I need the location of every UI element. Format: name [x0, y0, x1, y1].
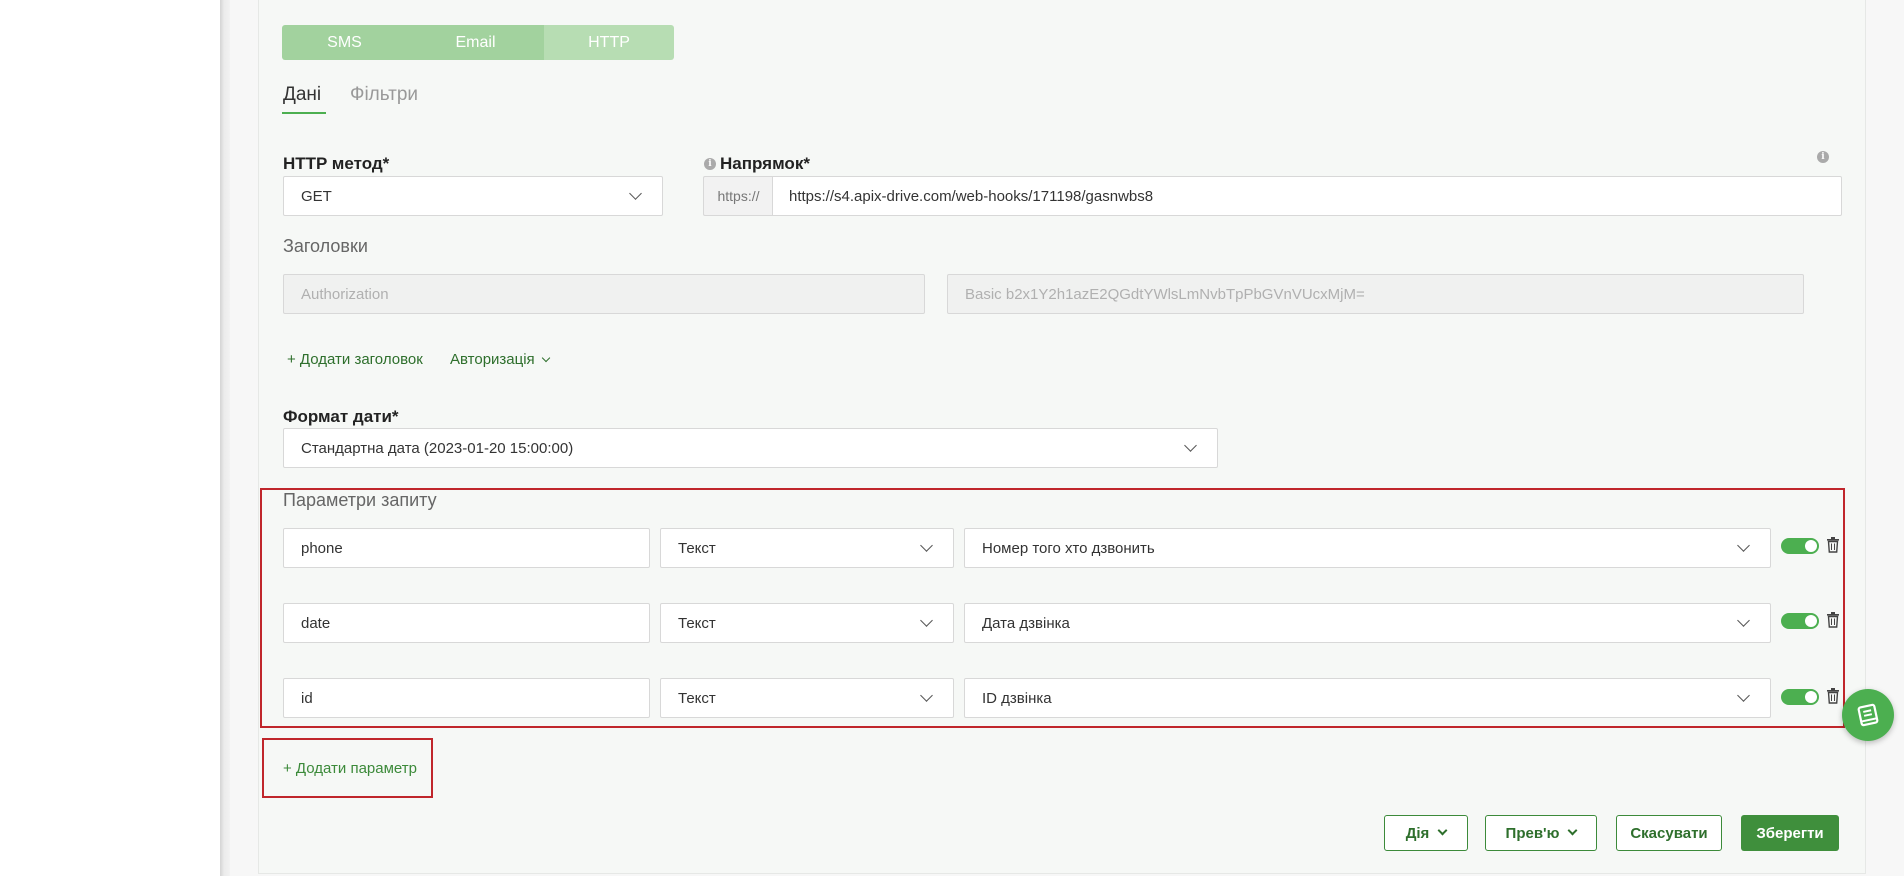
http-method-select[interactable]: GET	[283, 176, 663, 216]
info-icon[interactable]: i	[704, 158, 716, 170]
chevron-down-icon	[1184, 439, 1197, 452]
param-name-value: phone	[301, 539, 343, 557]
tab-filters[interactable]: Фільтри	[350, 84, 418, 106]
param-type-select[interactable]: Текст	[660, 603, 954, 643]
authorization-label: Авторизація	[450, 351, 535, 368]
book-icon	[1857, 703, 1879, 727]
chevron-down-icon	[541, 353, 550, 363]
param-name-input[interactable]: phone	[283, 528, 650, 568]
direction-url-value: https://s4.apix-drive.com/web-hooks/1711…	[789, 187, 1154, 205]
param-value-select[interactable]: Номер того хто дзвонить	[964, 528, 1771, 568]
param-type-value: Текст	[678, 539, 716, 557]
param-value-value: Номер того хто дзвонить	[982, 539, 1155, 557]
action-label: Дія	[1405, 824, 1430, 842]
header-name-input[interactable]: Authorization	[283, 274, 925, 314]
preview-label: Прев'ю	[1505, 824, 1560, 842]
toggle-knob	[1805, 540, 1817, 552]
param-value-select[interactable]: ID дзвінка	[964, 678, 1771, 718]
direction-label: Напрямок*	[720, 154, 810, 173]
trash-icon[interactable]	[1826, 688, 1840, 704]
authorization-dropdown[interactable]: Авторизація	[450, 351, 550, 368]
cancel-label: Скасувати	[1630, 824, 1708, 842]
toggle-knob	[1805, 691, 1817, 703]
tab-sms[interactable]: SMS	[282, 25, 407, 60]
add-param-link[interactable]: + Додати параметр	[283, 760, 417, 777]
param-name-value: date	[301, 614, 331, 632]
param-value-select[interactable]: Дата дзвінка	[964, 603, 1771, 643]
param-type-value: Текст	[678, 614, 716, 632]
param-enabled-toggle[interactable]	[1781, 538, 1819, 554]
sidebar-edge	[220, 0, 230, 876]
cancel-button[interactable]: Скасувати	[1616, 815, 1722, 851]
param-type-value: Текст	[678, 689, 716, 707]
param-value-value: ID дзвінка	[982, 689, 1052, 707]
param-value-value: Дата дзвінка	[982, 614, 1070, 632]
chevron-down-icon	[629, 187, 642, 200]
param-name-input[interactable]: date	[283, 603, 650, 643]
chevron-down-icon	[1737, 614, 1750, 627]
header-value-input[interactable]: Basic b2x1Y2h1azE2QGdtYWlsLmNvbTpPbGVnVU…	[947, 274, 1804, 314]
tab-http[interactable]: HTTP	[544, 25, 674, 60]
add-header-link[interactable]: + Додати заголовок	[287, 351, 423, 368]
http-method-value: GET	[301, 187, 332, 205]
param-type-select[interactable]: Текст	[660, 528, 954, 568]
action-dropdown-button[interactable]: Дія	[1384, 815, 1468, 851]
help-book-button[interactable]	[1842, 689, 1894, 741]
query-params-title: Параметри запиту	[283, 490, 437, 510]
chevron-down-icon	[920, 539, 933, 552]
chevron-down-icon	[1737, 689, 1750, 702]
trash-icon[interactable]	[1826, 612, 1840, 628]
channel-tabs: SMS Email HTTP	[282, 25, 674, 60]
headers-title: Заголовки	[283, 236, 368, 256]
date-format-label: Формат дати*	[283, 407, 399, 426]
left-sidebar	[0, 0, 220, 876]
toggle-knob	[1805, 615, 1817, 627]
tab-data[interactable]: Дані	[283, 84, 321, 106]
param-enabled-toggle[interactable]	[1781, 613, 1819, 629]
chevron-down-icon	[1567, 825, 1578, 835]
trash-icon[interactable]	[1826, 537, 1840, 553]
param-name-input[interactable]: id	[283, 678, 650, 718]
save-button[interactable]: Зберегти	[1741, 815, 1839, 851]
param-enabled-toggle[interactable]	[1781, 689, 1819, 705]
chevron-down-icon	[1737, 539, 1750, 552]
tab-email[interactable]: Email	[407, 25, 544, 60]
header-name-placeholder: Authorization	[301, 285, 389, 303]
http-method-label: HTTP метод*	[283, 154, 390, 173]
date-format-value: Стандартна дата (2023-01-20 15:00:00)	[301, 439, 574, 457]
param-name-value: id	[301, 689, 313, 707]
date-format-select[interactable]: Стандартна дата (2023-01-20 15:00:00)	[283, 428, 1218, 468]
chevron-down-icon	[1437, 825, 1448, 835]
preview-dropdown-button[interactable]: Прев'ю	[1485, 815, 1597, 851]
chevron-down-icon	[920, 614, 933, 627]
info-icon[interactable]: i	[1817, 151, 1829, 163]
url-prefix: https://	[703, 176, 773, 216]
active-tab-underline	[282, 112, 326, 114]
param-type-select[interactable]: Текст	[660, 678, 954, 718]
chevron-down-icon	[920, 689, 933, 702]
save-label: Зберегти	[1756, 824, 1824, 842]
header-value-placeholder: Basic b2x1Y2h1azE2QGdtYWlsLmNvbTpPbGVnVU…	[965, 285, 1365, 303]
direction-url-input[interactable]: https://s4.apix-drive.com/web-hooks/1711…	[772, 176, 1842, 216]
